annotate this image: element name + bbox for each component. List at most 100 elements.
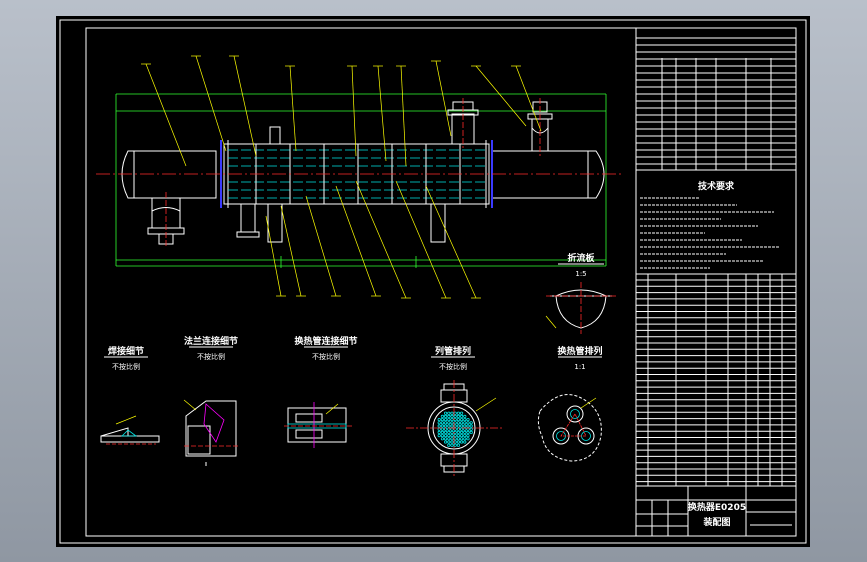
tube-hole [456, 411, 460, 415]
tube-hole [459, 421, 464, 425]
tube-hole [440, 414, 444, 418]
cad-drawing: 技术要求 换热器E0205 装配图 折流板 1:5 焊接细节不按比例法兰连接细节… [59, 19, 807, 544]
leader-line [335, 185, 377, 297]
tube-hole [440, 417, 444, 422]
drawing-name: 换热器E0205 [688, 501, 746, 513]
tube-hole [447, 437, 451, 441]
weld-detail [100, 415, 160, 445]
tube-hole [456, 437, 460, 441]
tube-hole [466, 433, 470, 438]
tube-hole [440, 430, 444, 434]
tube-hole [437, 430, 441, 434]
drawing-sheet: 技术要求 换热器E0205 装配图 折流板 1:5 焊接细节 不按比例 法兰连接… [56, 16, 810, 547]
tube-hole [447, 430, 451, 434]
flange-detail [183, 399, 238, 466]
tube-hole [469, 430, 473, 434]
tube-hole [447, 414, 451, 418]
leader-line [233, 55, 257, 157]
tube-hole [443, 414, 448, 418]
leader-line [515, 65, 542, 132]
tube-hole [459, 424, 464, 428]
tube-hole [437, 421, 441, 425]
leader-line [265, 215, 282, 297]
tech-requirements: 技术要求 [635, 169, 797, 275]
tube-hole [456, 430, 460, 434]
tube-hole [463, 430, 467, 434]
tube-hole [463, 433, 467, 438]
tube-hole [443, 433, 448, 438]
tube-hole [463, 424, 467, 428]
tube-hole [463, 421, 467, 425]
tube-hole [459, 437, 464, 441]
detail-title: 换热管排列 [557, 345, 602, 357]
tube-hole [450, 437, 454, 441]
leader-line [195, 55, 227, 152]
detail-title: 法兰连接细节 [184, 335, 238, 347]
detail-title: 焊接细节 [108, 345, 144, 357]
tube-hole [440, 433, 444, 438]
tube-hole [447, 421, 451, 425]
design-data-table [635, 27, 797, 171]
tube-hole [469, 421, 473, 425]
tube-hole [459, 417, 464, 422]
detail-title: 换热管连接细节 [294, 335, 357, 347]
tube-hole [456, 421, 460, 425]
tube-hole [463, 437, 467, 441]
tube-hole [443, 424, 448, 428]
exchanger-main-view [96, 93, 621, 268]
tube-hole [450, 414, 454, 418]
tube-hole [447, 424, 451, 428]
tube-hole [447, 440, 451, 444]
leader-line [305, 195, 337, 297]
title-block: 换热器E0205 装配图 [635, 485, 797, 537]
tube-hole [456, 443, 460, 447]
tube-hole [456, 414, 460, 418]
tube-hole [437, 433, 441, 438]
tube-hole [450, 417, 454, 422]
leader-line [395, 180, 447, 299]
tube-hole [450, 443, 454, 447]
tech-requirements-title: 技术要求 [698, 180, 735, 192]
tube-hole [443, 430, 448, 434]
parts-list [635, 273, 797, 487]
leader-line [280, 205, 302, 297]
cad-viewport: 技术要求 换热器E0205 装配图 折流板 1:5 焊接细节 不按比例 法兰连接… [0, 0, 867, 562]
tube-hole [459, 411, 464, 415]
baffle-scale: 1:5 [575, 270, 586, 278]
baffle-title: 折流板 [567, 252, 595, 264]
tube-hole [456, 417, 460, 422]
tube-hole [463, 440, 467, 444]
detail-titles: 焊接细节不按比例 法兰连接细节不按比例 换热管连接细节不按比例 列管排列不按比例 换热管… [104, 335, 603, 371]
part-leaders [141, 55, 542, 299]
detail-title: 列管排列 [435, 345, 471, 357]
tube-hole [466, 430, 470, 434]
tube-hole [456, 424, 460, 428]
detail-scale: 不按比例 [312, 352, 340, 361]
tube-hole [443, 411, 448, 415]
tube-hole [443, 440, 448, 444]
tube-arrangement-detail [537, 394, 602, 462]
leader-line [377, 65, 387, 162]
tube-hole [466, 417, 470, 422]
tube-hole [463, 414, 467, 418]
drawing-type: 装配图 [702, 516, 730, 528]
leader-line [289, 65, 297, 152]
tube-hole [456, 440, 460, 444]
tube-hole [466, 437, 470, 441]
tube-hole [459, 433, 464, 438]
tube-hole [456, 433, 460, 438]
tube-hole [459, 440, 464, 444]
tube-hole [443, 437, 448, 441]
tube-hole [437, 424, 441, 428]
tube-hole [437, 417, 441, 422]
tube-hole [466, 421, 470, 425]
tube-hole [450, 421, 454, 425]
tube-hole [459, 414, 464, 418]
tube-hole [443, 417, 448, 422]
tube-hole [459, 430, 464, 434]
tube-hole [440, 424, 444, 428]
tube-hole [450, 430, 454, 434]
detail-scale: 1:1 [574, 363, 585, 371]
tube-hole [443, 421, 448, 425]
leader-line [400, 65, 407, 167]
